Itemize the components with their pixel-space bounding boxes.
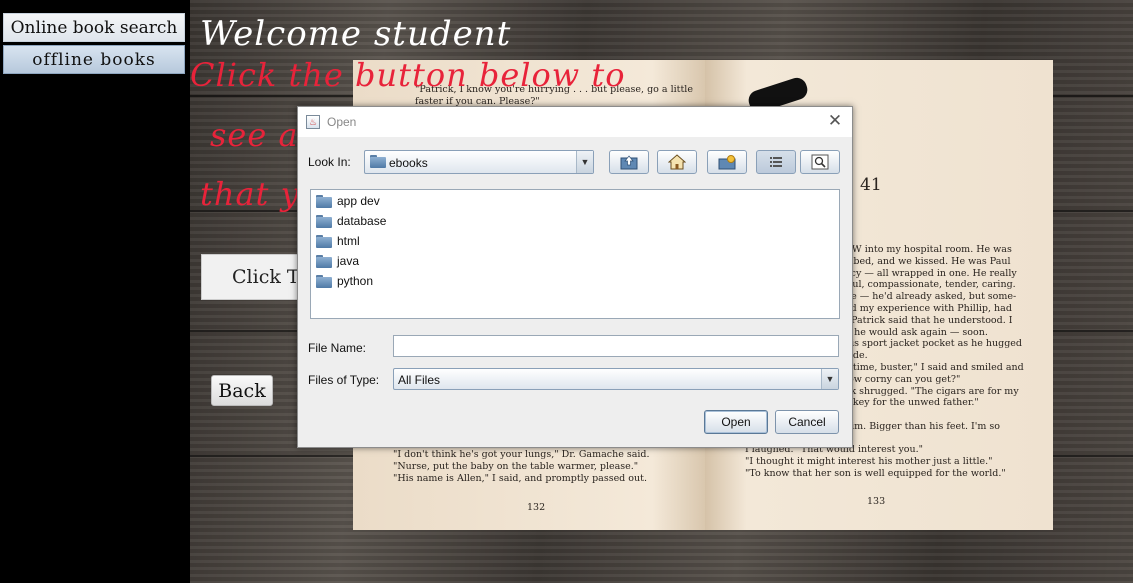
online-book-search-button[interactable]: Online book search	[3, 13, 185, 42]
file-name-label: database	[337, 214, 387, 228]
list-item[interactable]: html	[316, 232, 360, 250]
instruction-line-1: Click the button below to	[190, 56, 626, 94]
folder-icon	[316, 194, 332, 208]
new-folder-icon	[718, 155, 736, 170]
files-of-type-value: All Files	[398, 373, 441, 387]
chevron-down-icon[interactable]: ▼	[821, 369, 838, 389]
folder-icon	[316, 254, 332, 268]
back-button[interactable]: Back	[211, 375, 273, 406]
file-name-label: java	[337, 254, 360, 268]
folder-icon	[316, 274, 332, 288]
details-view-icon	[811, 154, 829, 170]
left-nav-panel: Online book search offline books	[0, 0, 190, 583]
welcome-heading: Welcome student	[200, 14, 512, 54]
file-name-label: app dev	[337, 194, 380, 208]
files-of-type-label: Files of Type:	[308, 373, 380, 387]
list-view-button[interactable]	[756, 150, 796, 174]
click-to-button[interactable]: Click To	[201, 254, 311, 300]
left-page-number: 132	[527, 502, 546, 513]
instruction-line-3: that y	[200, 175, 300, 213]
list-item[interactable]: python	[316, 272, 373, 290]
up-one-level-button[interactable]	[609, 150, 649, 174]
file-name-field-label: File Name:	[308, 341, 367, 355]
cancel-button[interactable]: Cancel	[775, 410, 839, 434]
file-list[interactable]: app dev database html java python	[310, 189, 840, 319]
right-page-number: 133	[867, 496, 886, 507]
open-button[interactable]: Open	[704, 410, 768, 434]
chevron-down-icon[interactable]: ▼	[576, 151, 593, 173]
offline-books-button[interactable]: offline books	[3, 45, 185, 74]
java-cup-icon: ♨	[306, 115, 320, 129]
home-icon	[668, 154, 686, 170]
dialog-titlebar: ♨ Open ✕	[298, 107, 852, 137]
file-name-label: html	[337, 234, 360, 248]
folder-icon	[316, 214, 332, 228]
folder-icon	[316, 234, 332, 248]
file-name-input[interactable]	[393, 335, 839, 357]
look-in-combo[interactable]: ebooks ▼	[364, 150, 594, 174]
open-file-dialog: ♨ Open ✕ Look In: ebooks ▼ app dev datab…	[297, 106, 853, 448]
right-page-text: EW into my hospital room. He was y bed, …	[845, 244, 1024, 432]
right-page-bottom-text: I laughed. "That would interest you." "I…	[745, 444, 1006, 479]
home-button[interactable]	[657, 150, 697, 174]
close-icon[interactable]: ✕	[826, 112, 844, 130]
list-item[interactable]: database	[316, 212, 386, 230]
details-view-button[interactable]	[800, 150, 840, 174]
left-page-bottom-text: "I don't think he's got your lungs," Dr.…	[393, 449, 650, 484]
new-folder-button[interactable]	[707, 150, 747, 174]
look-in-label: Look In:	[308, 155, 351, 169]
files-of-type-combo[interactable]: All Files ▼	[393, 368, 839, 390]
look-in-value: ebooks	[389, 156, 428, 170]
file-name-label: python	[337, 274, 374, 288]
list-view-icon	[770, 157, 782, 167]
dialog-title: Open	[327, 115, 357, 129]
list-item[interactable]: java	[316, 252, 359, 270]
chapter-number: 41	[860, 175, 882, 195]
list-item[interactable]: app dev	[316, 192, 380, 210]
up-one-level-icon	[620, 155, 638, 170]
folder-icon	[370, 155, 386, 168]
